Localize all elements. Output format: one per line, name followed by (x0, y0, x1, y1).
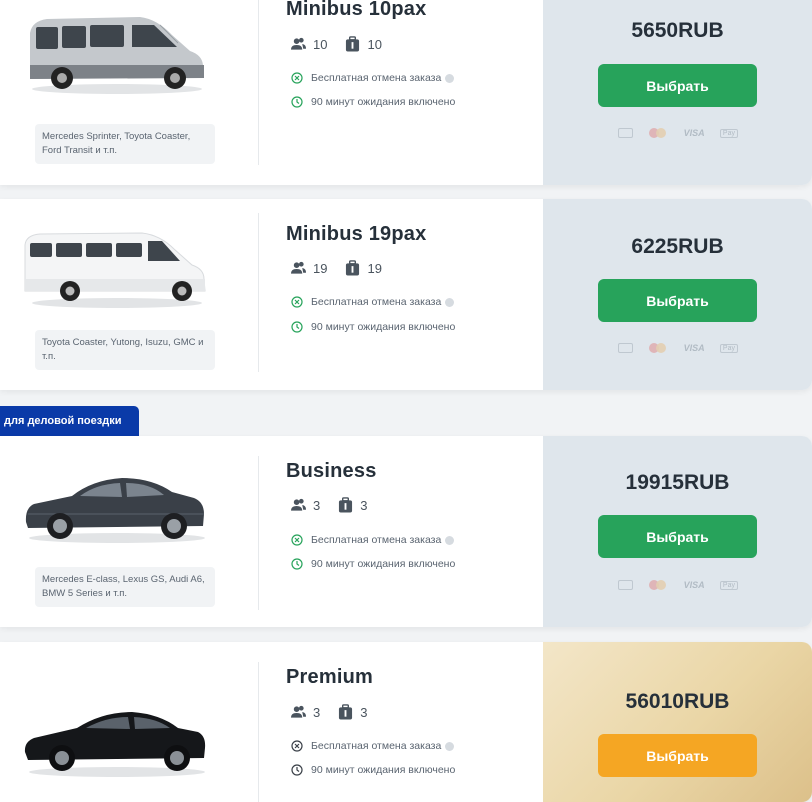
price: 56010RUB (625, 690, 730, 713)
vehicle-capacity: 3 3 (291, 703, 385, 721)
mastercard-icon (648, 342, 668, 354)
price: 19915RUB (625, 471, 730, 494)
price: 6225RUB (631, 235, 724, 258)
apple-pay-icon: Pay (719, 580, 738, 590)
minibus-image (22, 3, 207, 98)
payment-methods: VISA Pay (618, 126, 738, 140)
passengers-count: 3 (313, 704, 321, 720)
waiting-feature: 90 минут ожидания включено (291, 320, 455, 334)
waiting-feature: 90 минут ожидания включено (291, 557, 455, 571)
payment-methods: VISA Pay (618, 578, 738, 592)
passengers-icon (291, 260, 306, 276)
passengers-count: 19 (313, 260, 328, 276)
vehicle-card: Mercedes Sprinter, Toyota Coaster, Ford … (0, 0, 812, 185)
passengers-icon (291, 704, 306, 720)
luggage-icon (338, 704, 353, 720)
divider (258, 456, 259, 610)
clock-icon (291, 96, 303, 108)
free-cancel-feature: Бесплатная отмена заказа (291, 533, 455, 547)
sedan-image (22, 456, 207, 551)
divider (258, 213, 259, 372)
mastercard-icon (648, 579, 668, 591)
info-icon[interactable] (445, 297, 455, 307)
vehicle-capacity: 10 10 (291, 35, 400, 53)
luggage-count: 19 (367, 260, 382, 276)
free-cancel-feature: Бесплатная отмена заказа (291, 295, 455, 309)
free-cancel-feature: Бесплатная отмена заказа (291, 71, 455, 85)
passengers-icon (291, 36, 306, 52)
free-cancel-text: Бесплатная отмена заказа (311, 296, 442, 308)
free-cancel-text: Бесплатная отмена заказа (311, 740, 442, 752)
vehicle-card: Toyota Coaster, Yutong, Isuzu, GMC и т.п… (0, 199, 812, 390)
business-trip-ribbon: для деловой поездки (0, 406, 139, 436)
passengers-count: 10 (313, 36, 328, 52)
vehicle-title: Minibus 19pax (286, 223, 427, 245)
apple-pay-icon: Pay (719, 343, 738, 353)
price-panel: 19915RUB Выбрать VISA Pay (543, 436, 812, 627)
free-cancel-text: Бесплатная отмена заказа (311, 534, 442, 546)
vehicle-capacity: 19 19 (291, 259, 400, 277)
visa-icon: VISA (683, 343, 705, 353)
apple-pay-icon: Pay (719, 128, 738, 138)
waiting-text: 90 минут ожидания включено (311, 764, 456, 776)
free-cancel-text: Бесплатная отмена заказа (311, 72, 442, 84)
luggage-count: 3 (360, 704, 368, 720)
passengers-icon (291, 497, 306, 513)
vehicle-title: Business (286, 460, 377, 482)
mastercard-icon (648, 127, 668, 139)
luggage-icon (338, 497, 353, 513)
waiting-feature: 90 минут ожидания включено (291, 763, 455, 777)
cancel-x-circle-icon (291, 296, 303, 308)
waiting-text: 90 минут ожидания включено (311, 321, 456, 333)
divider (258, 0, 259, 165)
luggage-count: 10 (367, 36, 382, 52)
waiting-text: 90 минут ожидания включено (311, 558, 456, 570)
price-panel: 56010RUB Выбрать (543, 642, 812, 802)
waiting-feature: 90 минут ожидания включено (291, 95, 455, 109)
luggage-icon (345, 260, 360, 276)
info-icon[interactable] (445, 741, 455, 751)
clock-icon (291, 321, 303, 333)
clock-icon (291, 558, 303, 570)
price-panel: 5650RUB Выбрать VISA Pay (543, 0, 812, 185)
sedan-image (22, 690, 207, 785)
minibus-image (22, 219, 207, 314)
info-icon[interactable] (445, 73, 455, 83)
select-button[interactable]: Выбрать (598, 64, 757, 107)
waiting-text: 90 минут ожидания включено (311, 96, 456, 108)
cancel-x-circle-icon (291, 534, 303, 546)
passengers-count: 3 (313, 497, 321, 513)
select-button[interactable]: Выбрать (598, 734, 757, 777)
vehicle-models: Mercedes Sprinter, Toyota Coaster, Ford … (35, 124, 215, 164)
select-button[interactable]: Выбрать (598, 515, 757, 558)
price: 5650RUB (631, 19, 724, 42)
price-panel: 6225RUB Выбрать VISA Pay (543, 199, 812, 390)
vehicle-title: Minibus 10pax (286, 0, 427, 20)
cash-icon (618, 128, 633, 138)
clock-icon (291, 764, 303, 776)
visa-icon: VISA (683, 580, 705, 590)
luggage-icon (345, 36, 360, 52)
vehicle-capacity: 3 3 (291, 496, 385, 514)
payment-methods: VISA Pay (618, 341, 738, 355)
select-button[interactable]: Выбрать (598, 279, 757, 322)
vehicle-title: Premium (286, 666, 373, 688)
luggage-count: 3 (360, 497, 368, 513)
visa-icon: VISA (683, 128, 705, 138)
cancel-x-circle-icon (291, 72, 303, 84)
cash-icon (618, 343, 633, 353)
free-cancel-feature: Бесплатная отмена заказа (291, 739, 455, 753)
vehicle-card: Premium 3 3 Бесплатная отмена заказа 90 … (0, 642, 812, 802)
cash-icon (618, 580, 633, 590)
divider (258, 662, 259, 802)
vehicle-models: Toyota Coaster, Yutong, Isuzu, GMC и т.п… (35, 330, 215, 370)
vehicle-models: Mercedes E-class, Lexus GS, Audi A6, BMW… (35, 567, 215, 607)
info-icon[interactable] (445, 535, 455, 545)
vehicle-card: Mercedes E-class, Lexus GS, Audi A6, BMW… (0, 436, 812, 627)
cancel-x-circle-icon (291, 740, 303, 752)
